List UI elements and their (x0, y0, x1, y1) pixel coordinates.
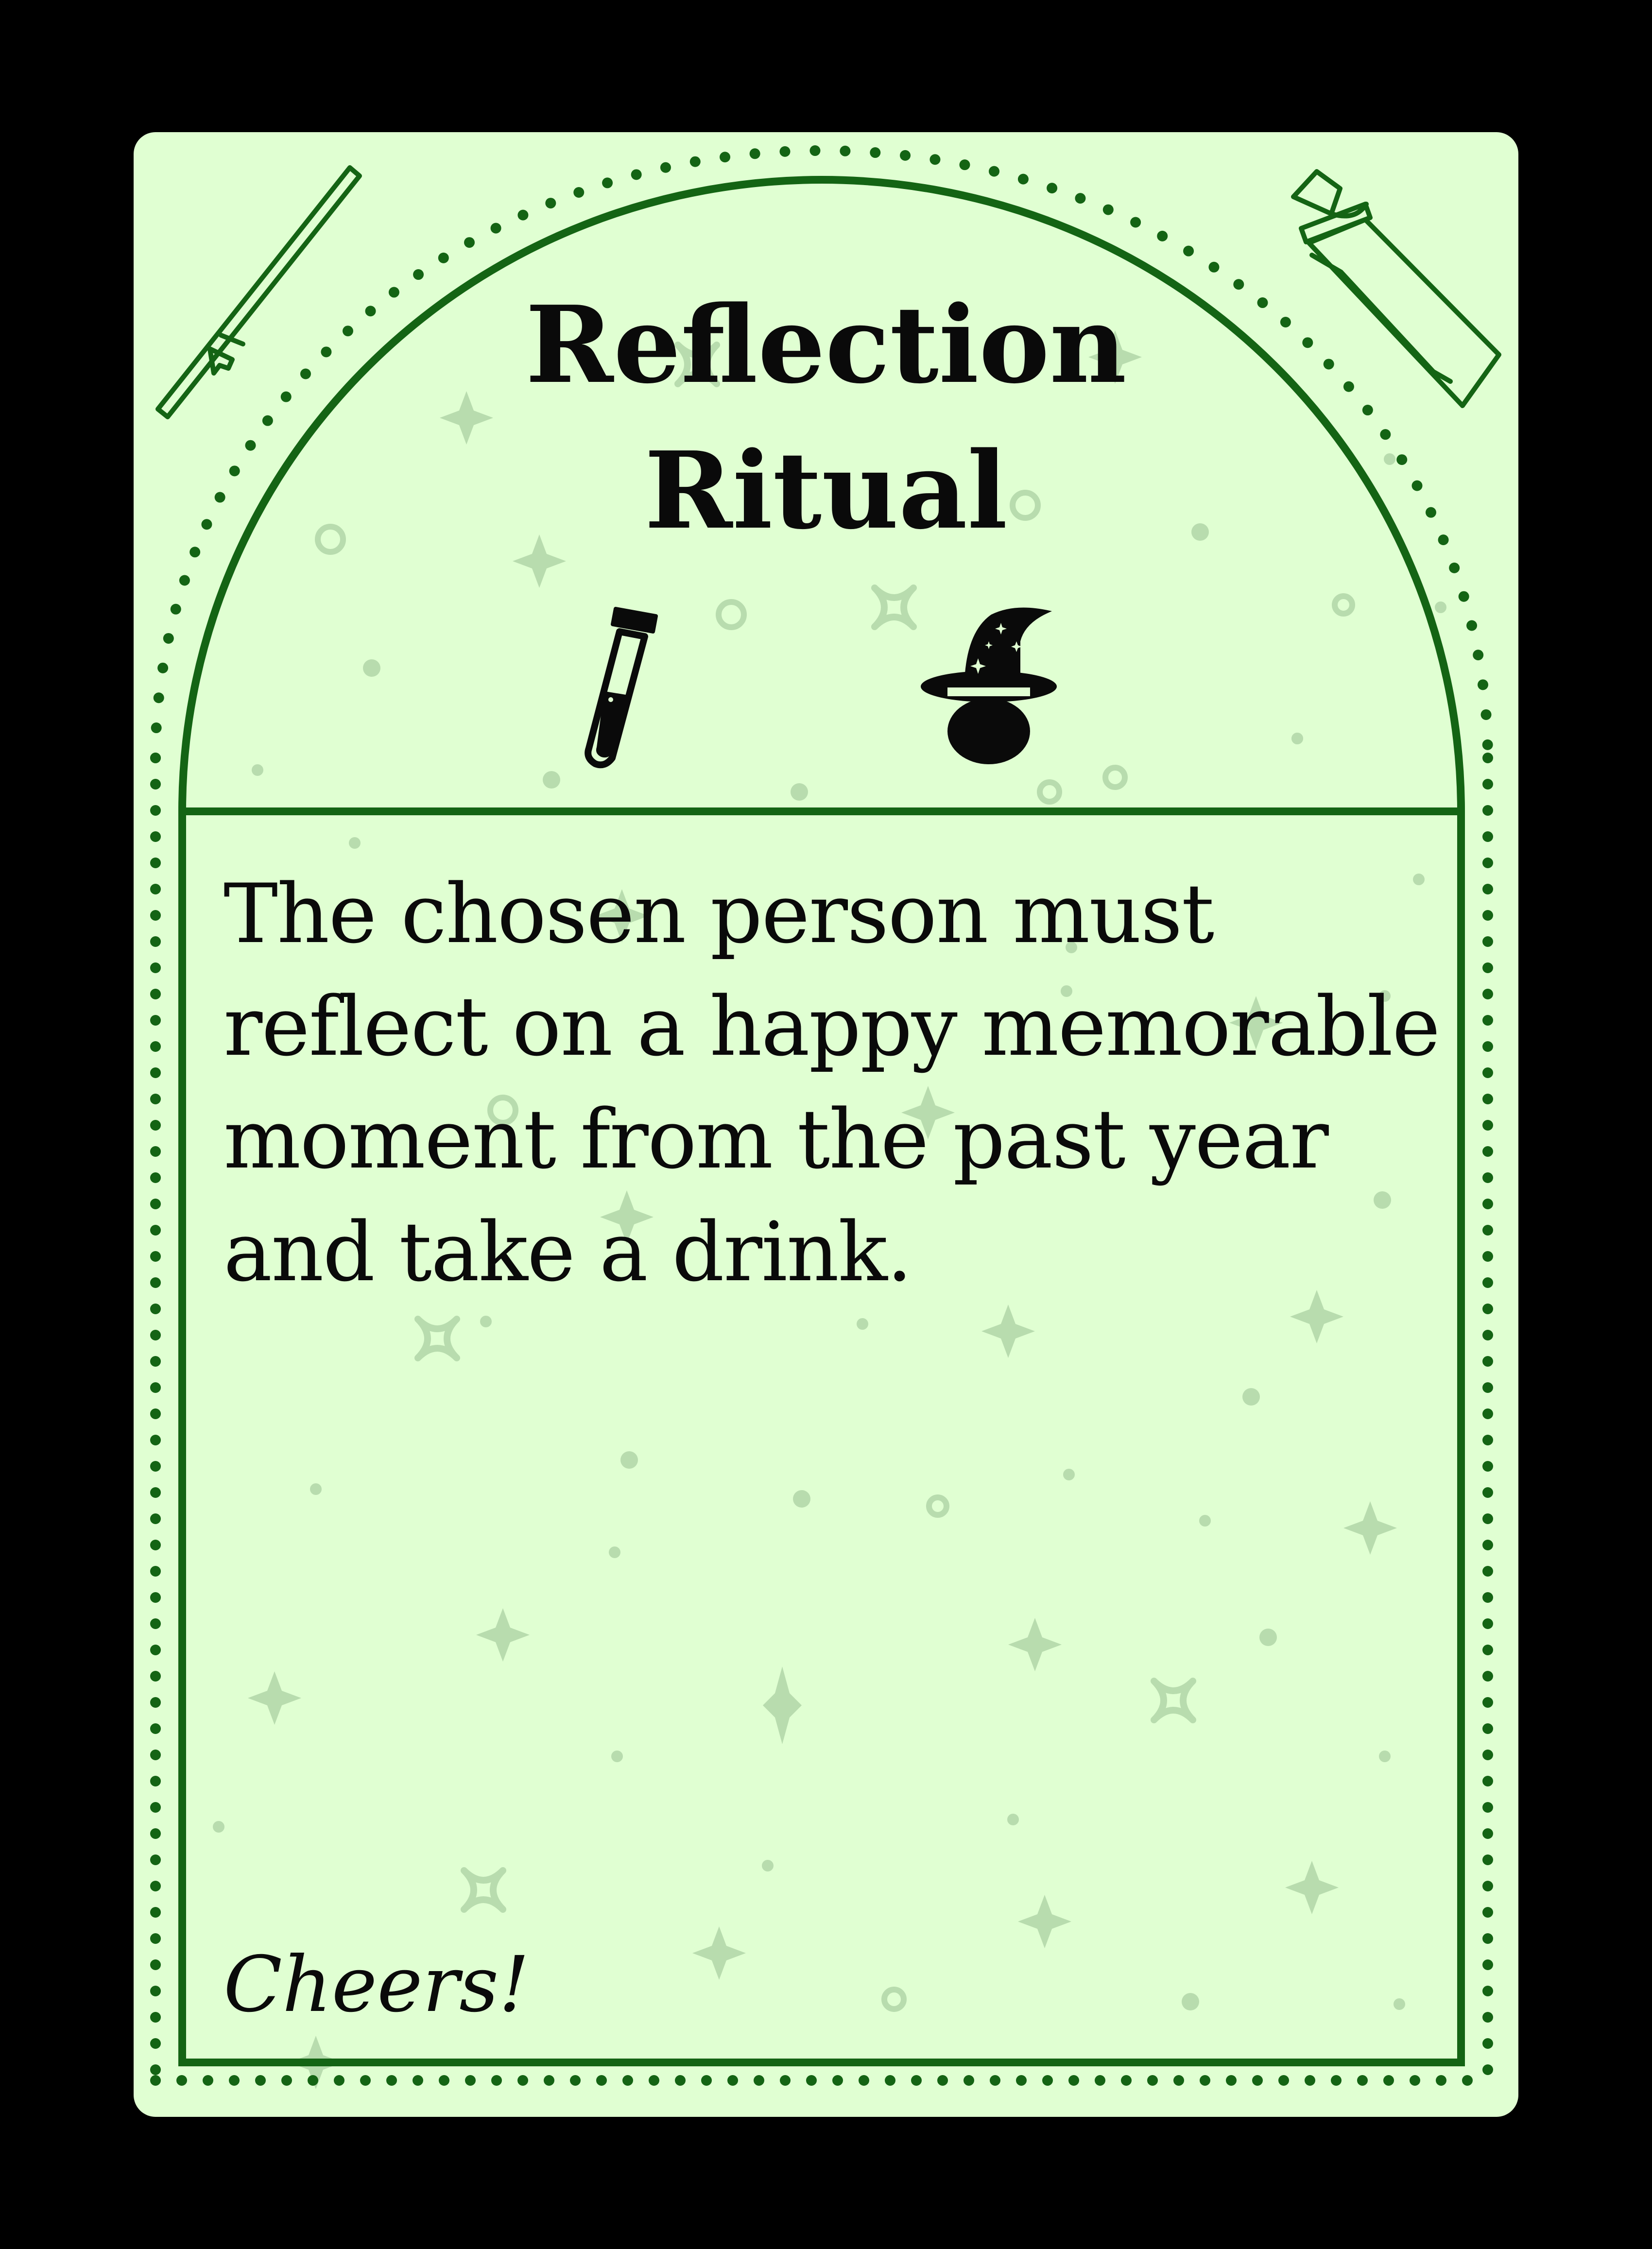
card-stage: Reflection Ritual The chosen person must… (0, 0, 1652, 2247)
card-title: Reflection Ritual (525, 283, 1127, 553)
card-body-text: The chosen person must reflect on a happ… (224, 866, 1440, 1300)
card-footer-text: Cheers! (224, 1940, 530, 2029)
